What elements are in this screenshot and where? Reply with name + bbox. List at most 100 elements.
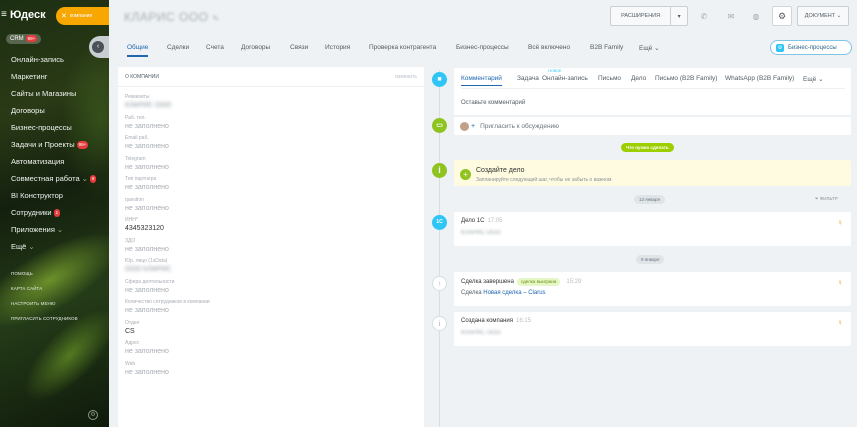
page-title[interactable]: КЛАРИС ООО ✎ bbox=[124, 10, 220, 24]
tab-b2b-family[interactable]: B2B Family bbox=[590, 44, 623, 51]
field-value: КЛАРИС ООО bbox=[125, 102, 172, 109]
editor-tab-online-booking[interactable]: новое Онлайн-запись bbox=[542, 69, 588, 82]
sidebar-item-applications[interactable]: Приложения ⌄ bbox=[11, 221, 107, 238]
field-value: не заполнено bbox=[125, 245, 169, 253]
field-row[interactable]: Сфера деятельности не заполнено bbox=[125, 278, 417, 295]
mail-icon[interactable]: ✉ bbox=[721, 6, 741, 26]
page-header: КЛАРИС ООО ✎ РАСШИРЕНИЯ ▾ ✆ ✉ ◍ ⚙ ДОКУМЕ… bbox=[109, 0, 857, 38]
chevron-down-icon: ⌄ bbox=[56, 225, 64, 234]
field-list: Реквизиты КЛАРИС ООО Раб. тел. не заполнено… bbox=[118, 87, 424, 386]
editor-tab-activity[interactable]: Дело bbox=[631, 75, 646, 82]
field-value: CS bbox=[125, 327, 135, 335]
business-processes-button[interactable]: ⚙ Бизнес-процессы bbox=[770, 40, 852, 55]
tab-deals[interactable]: Сделки bbox=[167, 44, 189, 51]
chevron-down-icon[interactable]: ▾ bbox=[670, 7, 687, 25]
edit-link[interactable]: изменить bbox=[395, 74, 417, 80]
timeline-event-deal-closed[interactable]: Сделка завершена сделка выиграна 15:29 Сде… bbox=[454, 272, 851, 306]
help-link[interactable]: Помощь bbox=[11, 266, 78, 281]
plus-icon: + bbox=[471, 122, 476, 130]
field-row[interactable]: Юр. лицо (1sData) ООО КЛАРИС bbox=[125, 257, 417, 274]
sidebar-item-crm[interactable]: CRM 99+ bbox=[6, 34, 42, 44]
meeting-icon[interactable]: ◍ bbox=[746, 6, 766, 26]
field-label: Сфера деятельности bbox=[125, 278, 175, 285]
logo[interactable]: Юдеск bbox=[10, 9, 46, 21]
tab-more[interactable]: Ещё ⌄ bbox=[639, 44, 660, 52]
event-title: Создана компания bbox=[461, 318, 514, 324]
tab-business-processes[interactable]: Бизнес-процессы bbox=[456, 44, 509, 51]
tab-general[interactable]: Общие bbox=[127, 44, 149, 57]
pin-icon[interactable]: ♀ bbox=[837, 218, 843, 227]
field-row[interactable]: Тип партнера не заполнено bbox=[125, 175, 417, 192]
tab-contracts[interactable]: Договоры bbox=[241, 44, 270, 51]
sidebar-item-business-processes[interactable]: Бизнес-процессы bbox=[11, 119, 107, 136]
field-row[interactable]: Email раб. не заполнено bbox=[125, 134, 417, 151]
tab-invoices[interactable]: Счета bbox=[206, 44, 224, 51]
sidebar-item-collaboration[interactable]: Совместная работа ⌄ 9 bbox=[11, 170, 107, 187]
chevron-down-icon: ⌄ bbox=[654, 45, 660, 52]
document-button[interactable]: ДОКУМЕНТ ⌄ bbox=[797, 6, 849, 26]
field-row[interactable]: question не заполнено bbox=[125, 196, 417, 213]
sidebar-item-tasks[interactable]: Задачи и Проекты 99+ bbox=[11, 136, 107, 153]
filter-button[interactable]: ⏷ Фильтр bbox=[815, 196, 838, 201]
todo-title: Создайте дело bbox=[476, 167, 525, 174]
editor-tab-email[interactable]: Письмо bbox=[598, 75, 621, 82]
deal-link[interactable]: Новая сделка – Clarus bbox=[483, 290, 545, 296]
field-value: не заполнено bbox=[125, 307, 169, 314]
timeline-event-1c[interactable]: Дело 1С 17:05 КЛАРИС ООО ♀ bbox=[454, 212, 851, 246]
field-row[interactable]: Адрес не заполнено bbox=[125, 339, 417, 356]
phone-icon[interactable]: ✆ bbox=[694, 6, 714, 26]
sidebar-item-employees[interactable]: Сотрудники 1 bbox=[11, 204, 107, 221]
editor-tab-comment[interactable]: Комментарий bbox=[461, 75, 502, 86]
activity-editor: Комментарий Задача новое Онлайн-запись Пи… bbox=[454, 68, 851, 115]
sidebar-item-contracts[interactable]: Договоры bbox=[11, 102, 107, 119]
field-row[interactable]: Отдел CS bbox=[125, 319, 417, 336]
timeline-event-company-created[interactable]: Создана компания 16:15 КЛАРИС ООО ♀ bbox=[454, 312, 851, 346]
todo-section-label: Что нужно сделать bbox=[621, 143, 674, 152]
sidebar-item-marketing[interactable]: Маркетинг bbox=[11, 68, 107, 85]
chevron-down-icon: ⌄ bbox=[818, 76, 824, 83]
editor-tab-email-b2b[interactable]: Письмо (B2B Family) bbox=[655, 75, 717, 82]
sitemap-link[interactable]: Карта сайта bbox=[11, 281, 78, 296]
field-row[interactable]: Количество сотрудников в компании не запо… bbox=[125, 298, 417, 315]
sidebar-item-more[interactable]: Ещё ⌄ bbox=[11, 238, 107, 255]
field-row[interactable]: Telegram не заполнено bbox=[125, 155, 417, 172]
invite-employees-link[interactable]: Пригласить сотрудников bbox=[11, 311, 78, 326]
field-row[interactable]: ЗДО не заполнено bbox=[125, 237, 417, 254]
field-row[interactable]: ИНН* 4345323120 bbox=[125, 216, 417, 233]
filter-icon: ⏷ bbox=[815, 196, 819, 201]
configure-menu-link[interactable]: Настроить меню bbox=[11, 296, 78, 311]
tab-all-inclusive[interactable]: Всё включено bbox=[528, 44, 570, 51]
sidebar-item-automation[interactable]: Автоматизация bbox=[11, 153, 107, 170]
field-label: Web bbox=[125, 360, 136, 367]
sidebar-item-online-booking[interactable]: Онлайн-запись bbox=[11, 51, 107, 68]
pin-icon[interactable]: ♀ bbox=[837, 318, 843, 327]
field-row[interactable]: Реквизиты КЛАРИС ООО bbox=[125, 93, 417, 110]
editor-tab-whatsapp-b2b[interactable]: WhatsApp (B2B Family) bbox=[725, 75, 794, 82]
company-button[interactable]: ✕ компания bbox=[56, 7, 109, 25]
tab-links[interactable]: Связи bbox=[290, 44, 308, 51]
plus-icon[interactable]: + bbox=[460, 169, 471, 180]
sidebar-item-bi[interactable]: BI Конструктор bbox=[11, 187, 107, 204]
field-value: не заполнено bbox=[125, 163, 169, 171]
menu-icon[interactable]: ≡ bbox=[1, 9, 7, 20]
comment-input[interactable]: Оставьте комментарий bbox=[461, 100, 525, 106]
editor-tab-task[interactable]: Задача bbox=[517, 75, 539, 82]
sidebar-item-sites[interactable]: Сайты и Магазины bbox=[11, 85, 107, 102]
settings-button[interactable]: ⚙ bbox=[772, 6, 792, 26]
extensions-button[interactable]: РАСШИРЕНИЯ ▾ bbox=[610, 6, 688, 26]
pin-icon[interactable]: ♀ bbox=[837, 278, 843, 287]
field-value: 4345323120 bbox=[125, 225, 164, 232]
entity-tabs: Общие Сделки Счета Договоры Связи Истори… bbox=[109, 38, 857, 60]
editor-tab-more[interactable]: Ещё ⌄ bbox=[803, 75, 824, 83]
sidebar-menu: Онлайн-запись Маркетинг Сайты и Магазины… bbox=[11, 51, 107, 255]
settings-icon[interactable]: ⚙ bbox=[88, 410, 98, 420]
panel-title: О КОМПАНИИ bbox=[125, 73, 159, 80]
avatar bbox=[460, 121, 469, 131]
create-activity-card[interactable]: + Создайте дело Запланируйте следующий ш… bbox=[454, 160, 851, 186]
field-row[interactable]: Раб. тел. не заполнено bbox=[125, 114, 417, 131]
field-row[interactable]: Web не заполнено bbox=[125, 360, 417, 377]
tab-counterparty-check[interactable]: Проверка контрагента bbox=[369, 44, 436, 51]
collaboration-counter: 9 bbox=[89, 175, 97, 184]
tab-history[interactable]: История bbox=[325, 44, 350, 51]
invite-to-discussion[interactable]: + Пригласить к обсуждению bbox=[454, 117, 851, 135]
